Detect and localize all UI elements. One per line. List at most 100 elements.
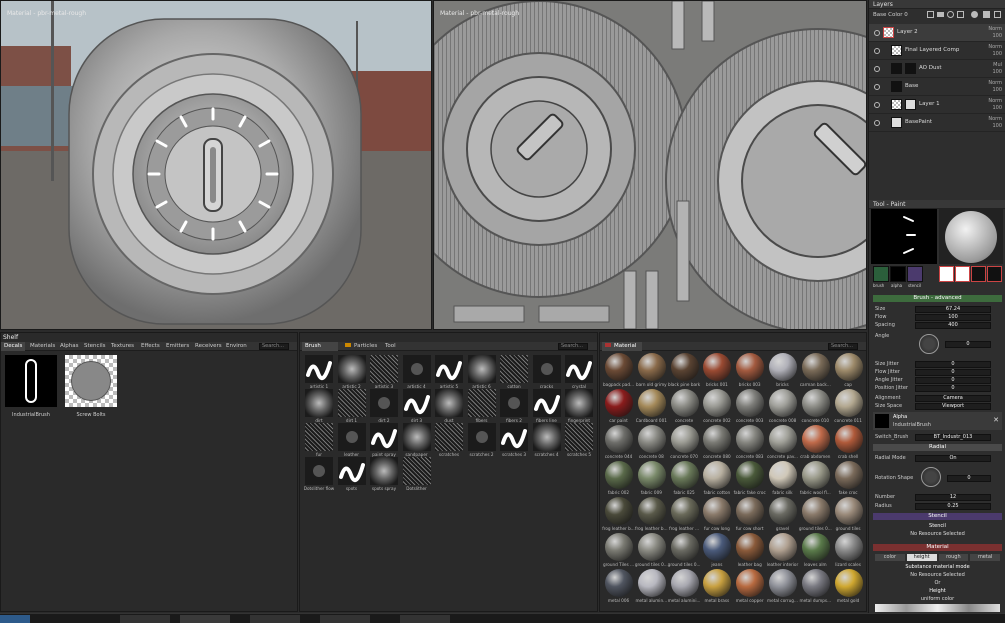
brush-thumbnail[interactable] — [337, 389, 366, 417]
prop-rotation-shape-value[interactable]: 0 — [947, 475, 997, 482]
material-header[interactable]: Material — [873, 544, 1002, 551]
taskbar-item[interactable] — [180, 615, 230, 623]
layers-channel[interactable]: Base Color 0 — [873, 12, 908, 18]
brush-thumbnail[interactable] — [565, 389, 593, 417]
prop-flow[interactable]: Flow 100 — [875, 314, 1002, 321]
material-sphere[interactable] — [769, 569, 797, 597]
brush-thumbnail[interactable] — [532, 355, 561, 383]
visibility-icon[interactable] — [874, 120, 880, 126]
layer-row[interactable]: BasePaint Norm 100 — [869, 114, 1005, 132]
brush-advanced-header[interactable]: Brush - advanced — [873, 295, 1002, 302]
delete-layer-icon[interactable] — [983, 11, 990, 18]
prop-angle-jitter[interactable]: Angle Jitter 0 — [875, 377, 1002, 384]
material-sphere[interactable] — [703, 389, 732, 417]
angle-dial[interactable] — [919, 334, 939, 354]
tab-stencils[interactable]: Stencils — [81, 342, 108, 351]
material-sphere[interactable] — [736, 497, 765, 525]
material-sphere[interactable] — [736, 461, 765, 489]
tab-receivers[interactable]: Receivers — [192, 342, 225, 351]
brush-thumbnail[interactable] — [370, 457, 398, 485]
prop-position-jitter[interactable]: Position Jitter 0 — [875, 385, 1002, 392]
prop-size-space[interactable]: Size Space Viewport — [875, 403, 1002, 410]
prop-angle-value[interactable]: 0 — [945, 341, 997, 348]
material-sphere[interactable] — [670, 353, 699, 381]
material-sphere[interactable] — [703, 425, 732, 453]
layer-row[interactable]: Layer 1 Norm 100 — [869, 96, 1005, 114]
height-swatch[interactable] — [955, 266, 970, 282]
prop-flow-jitter[interactable]: Flow Jitter 0 — [875, 369, 1002, 376]
material-sphere[interactable] — [769, 533, 797, 561]
brush-thumbnail[interactable] — [305, 457, 333, 485]
channel-metal-tab[interactable]: metal — [970, 554, 1000, 561]
material-sphere[interactable] — [670, 425, 699, 453]
prop-radial-mode[interactable]: Radial Mode On — [875, 455, 1002, 462]
brush-thumbnail[interactable] — [500, 355, 528, 383]
prop-size[interactable]: Size 67.24 — [875, 306, 1002, 313]
prop-number[interactable]: Number 12 — [875, 494, 1002, 501]
tab-environ[interactable]: Environ — [223, 342, 250, 351]
brush-thumbnail[interactable] — [435, 355, 463, 383]
material-sphere[interactable] — [801, 425, 830, 453]
material-sphere[interactable] — [670, 461, 699, 489]
material-sphere[interactable] — [637, 497, 666, 525]
layer-row[interactable]: Layer 2 Norm 100 — [869, 24, 1005, 42]
height-gradient-bar[interactable] — [875, 604, 1000, 612]
material-sphere[interactable] — [670, 389, 699, 417]
material-sphere[interactable] — [801, 353, 830, 381]
brush-thumbnail[interactable] — [532, 423, 561, 451]
material-sphere[interactable] — [834, 353, 863, 381]
slot-brush[interactable] — [873, 266, 889, 282]
material-sphere[interactable] — [769, 461, 797, 489]
rotation-dial[interactable] — [921, 467, 941, 487]
tab-textures[interactable]: Textures — [108, 342, 137, 351]
material-sphere[interactable] — [834, 497, 863, 525]
brush-thumbnail[interactable] — [467, 389, 496, 417]
brush-thumbnail[interactable] — [370, 355, 398, 383]
brush-icon[interactable] — [947, 11, 954, 18]
brush-thumbnail[interactable] — [467, 423, 496, 451]
prop-switch-brush[interactable]: Switch_Brush BT_Industr_013 — [875, 434, 1002, 441]
material-sphere[interactable] — [637, 461, 666, 489]
alpha-slot[interactable]: Alpha IndustrialBrush ✕ — [873, 412, 1002, 430]
tab-materials[interactable]: Materials — [27, 342, 58, 351]
material-sphere[interactable] — [801, 461, 830, 489]
channel-color-tab[interactable]: color — [875, 554, 905, 561]
brush-search-input[interactable]: Search... — [558, 343, 588, 350]
metal-swatch[interactable] — [987, 266, 1002, 282]
material-sphere[interactable] — [769, 425, 797, 453]
brush-thumbnail[interactable] — [370, 423, 398, 451]
tab-particles[interactable]: Particles — [342, 342, 380, 351]
color-swatch[interactable] — [939, 266, 954, 282]
material-sphere[interactable] — [637, 425, 666, 453]
material-sphere[interactable] — [605, 425, 633, 453]
material-sphere[interactable] — [703, 497, 732, 525]
radial-header[interactable]: Radial — [873, 444, 1002, 451]
tab-tool[interactable]: Tool — [382, 342, 399, 351]
material-sphere[interactable] — [703, 461, 732, 489]
material-sphere[interactable] — [605, 533, 633, 561]
brush-thumbnail[interactable] — [402, 355, 431, 383]
tab-emitters[interactable]: Emitters — [163, 342, 192, 351]
material-sphere[interactable] — [605, 353, 633, 381]
brush-thumbnail[interactable] — [565, 423, 593, 451]
brush-thumbnail[interactable] — [435, 423, 463, 451]
brush-thumbnail[interactable] — [500, 389, 528, 417]
brush-thumbnail[interactable] — [435, 389, 463, 417]
material-sphere[interactable] — [801, 569, 830, 597]
prop-radius[interactable]: Radius 0.25 — [875, 503, 1002, 510]
prop-alignment[interactable]: Alignment Camera — [875, 395, 1002, 402]
material-sphere[interactable] — [801, 389, 830, 417]
brush-thumbnail[interactable] — [305, 389, 333, 417]
fx-icon[interactable] — [957, 11, 964, 18]
material-sphere[interactable] — [801, 497, 830, 525]
material-sphere[interactable] — [834, 389, 863, 417]
prop-spacing[interactable]: Spacing 400 — [875, 322, 1002, 329]
tab-alphas[interactable]: Alphas — [57, 342, 82, 351]
taskbar-item[interactable] — [400, 615, 450, 623]
material-sphere[interactable] — [703, 533, 732, 561]
visibility-icon[interactable] — [874, 102, 880, 108]
material-sphere[interactable] — [769, 497, 797, 525]
material-sphere[interactable] — [703, 353, 732, 381]
material-sphere[interactable] — [670, 569, 699, 597]
material-sphere[interactable] — [736, 389, 765, 417]
